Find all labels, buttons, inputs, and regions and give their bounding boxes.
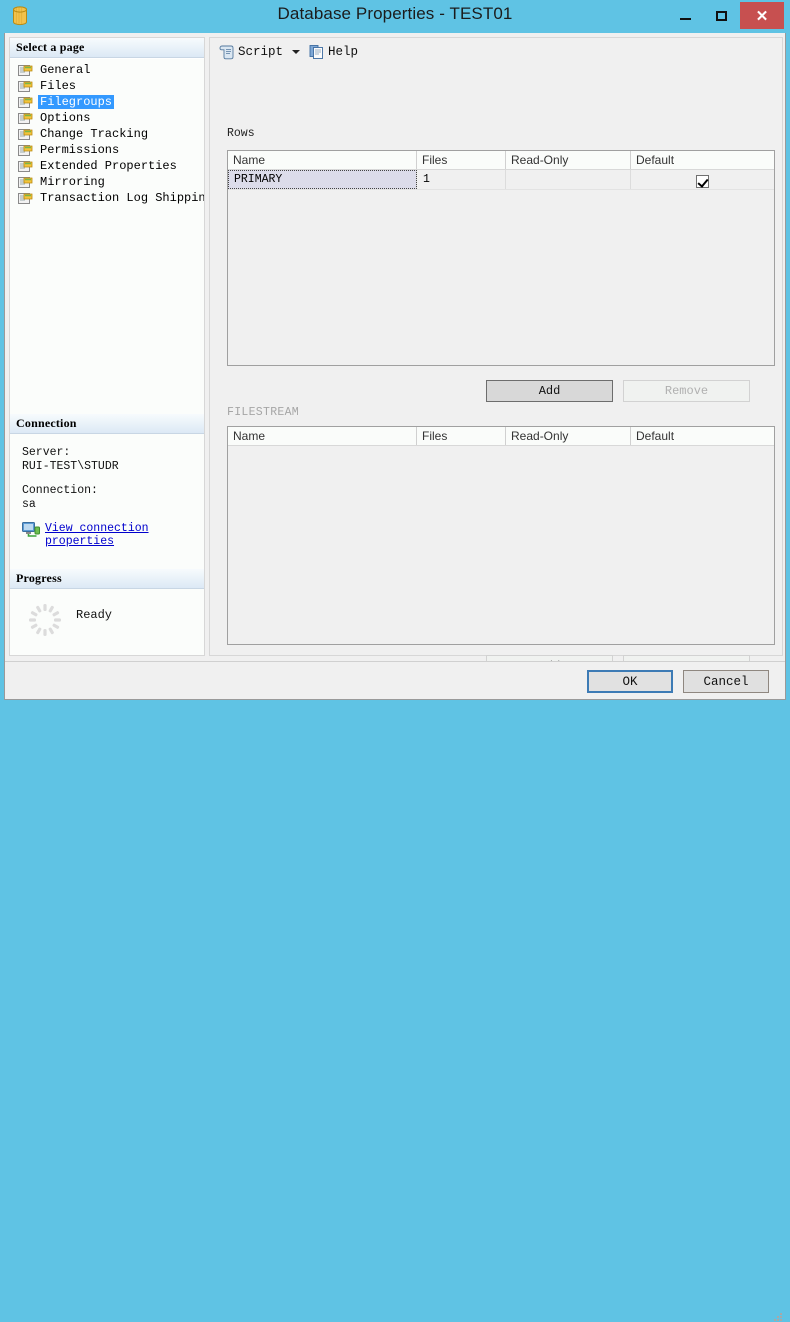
right-panel: Script Help Rows Name Files Read-Only De… <box>209 37 783 677</box>
rows-section-label: Rows <box>227 127 255 140</box>
select-a-page-header: Select a page <box>10 38 204 58</box>
script-scroll-icon <box>219 45 234 60</box>
cancel-label: Cancel <box>703 674 749 689</box>
resize-grip[interactable] <box>771 1310 783 1322</box>
ok-label: OK <box>622 674 638 689</box>
page-icon <box>18 112 33 124</box>
sidebar-item-files[interactable]: Files <box>10 78 204 94</box>
page-icon <box>18 128 33 140</box>
script-dropdown-button[interactable] <box>289 42 303 62</box>
add-filegroup-button[interactable]: Add <box>486 380 613 402</box>
cell-files[interactable]: 1 <box>417 170 506 189</box>
page-icon <box>18 64 33 76</box>
column-header-read-only[interactable]: Read-Only <box>506 427 631 445</box>
connection-value: sa <box>22 498 36 511</box>
sidebar-item-transaction-log-shipping[interactable]: Transaction Log Shipping <box>10 190 204 206</box>
sidebar-item-general[interactable]: General <box>10 62 204 78</box>
sidebar-item-change-tracking[interactable]: Change Tracking <box>10 126 204 142</box>
dialog-toolbar: Script Help <box>210 38 782 66</box>
column-header-name[interactable]: Name <box>228 151 417 169</box>
progress-status: Ready <box>76 608 113 622</box>
sidebar-item-options[interactable]: Options <box>10 110 204 126</box>
page-icon <box>18 144 33 156</box>
help-button[interactable]: Help <box>306 41 361 63</box>
sidebar-item-label: Mirroring <box>40 175 105 189</box>
left-panel: Select a page General Files Filegroups O… <box>9 37 205 656</box>
page-icon <box>18 160 33 172</box>
rows-grid[interactable]: Name Files Read-Only Default PRIMARY 1 <box>227 150 775 366</box>
sidebar-item-label: Files <box>40 79 77 93</box>
page-icon <box>18 96 33 108</box>
close-button[interactable]: ✕ <box>740 2 784 29</box>
server-label: Server: <box>22 446 71 459</box>
sidebar-item-label: Permissions <box>40 143 120 157</box>
progress-header: Progress <box>10 569 204 589</box>
page-icon <box>18 176 33 188</box>
filestream-grid[interactable]: Name Files Read-Only Default <box>227 426 775 645</box>
help-pages-icon <box>309 45 323 59</box>
column-header-name[interactable]: Name <box>228 427 417 445</box>
database-properties-window: Database Properties - TEST01 ✕ Select a … <box>0 0 790 1321</box>
cell-read-only[interactable] <box>506 170 631 189</box>
ok-button[interactable]: OK <box>587 670 673 693</box>
sidebar-item-permissions[interactable]: Permissions <box>10 142 204 158</box>
progress-details: Ready <box>10 589 204 637</box>
maximize-button[interactable] <box>704 2 738 29</box>
progress-panel: Progress Ready <box>10 569 204 655</box>
default-checkbox[interactable] <box>696 174 709 188</box>
sidebar-item-label: Options <box>40 111 91 125</box>
sidebar-item-label: General <box>40 63 91 77</box>
rows-grid-body: PRIMARY 1 <box>228 170 774 190</box>
view-connection-properties-text[interactable]: View connection properties <box>45 522 149 548</box>
progress-spinner-icon <box>29 604 61 636</box>
view-link-line2: properties <box>45 535 115 548</box>
view-connection-properties-link[interactable]: View connection properties <box>22 522 204 548</box>
rows-grid-header: Name Files Read-Only Default <box>228 151 774 170</box>
filestream-section-label: FILESTREAM <box>227 406 300 419</box>
column-header-read-only[interactable]: Read-Only <box>506 151 631 169</box>
remove-filegroup-button[interactable]: Remove <box>623 380 750 402</box>
server-value: RUI-TEST\STUDR <box>22 460 119 473</box>
dialog-footer: OK Cancel <box>5 661 785 1321</box>
view-link-line1: View connection <box>45 522 149 535</box>
connection-header: Connection <box>10 414 204 434</box>
add-filegroup-label: Add <box>538 384 561 398</box>
close-icon: ✕ <box>755 7 769 25</box>
computer-connection-icon <box>22 522 40 537</box>
connection-label: Connection: <box>22 484 98 497</box>
minimize-icon <box>679 17 691 20</box>
column-header-default[interactable]: Default <box>631 151 774 169</box>
title-bar: Database Properties - TEST01 ✕ <box>0 0 790 33</box>
table-row[interactable]: PRIMARY 1 <box>228 170 774 190</box>
help-label: Help <box>328 45 359 59</box>
sidebar-item-label: Transaction Log Shipping <box>40 191 204 205</box>
column-header-files[interactable]: Files <box>417 151 506 169</box>
sidebar-item-label: Change Tracking <box>40 127 149 141</box>
sidebar-item-label: Filegroups <box>38 95 115 109</box>
minimize-button[interactable] <box>668 2 702 29</box>
page-list[interactable]: General Files Filegroups Options Change … <box>10 59 204 414</box>
sidebar-item-extended-properties[interactable]: Extended Properties <box>10 158 204 174</box>
column-header-files[interactable]: Files <box>417 427 506 445</box>
filestream-grid-header: Name Files Read-Only Default <box>228 427 774 446</box>
sidebar-item-filegroups[interactable]: Filegroups <box>10 94 204 110</box>
cell-default[interactable] <box>631 170 774 189</box>
dialog-client-area: Select a page General Files Filegroups O… <box>4 33 786 1321</box>
cell-name[interactable]: PRIMARY <box>228 170 417 189</box>
connection-panel: Connection Server: RUI-TEST\STUDR Connec… <box>10 414 204 569</box>
sidebar-item-mirroring[interactable]: Mirroring <box>10 174 204 190</box>
connection-details: Server: RUI-TEST\STUDR Connection: sa Vi… <box>10 434 204 548</box>
cancel-button[interactable]: Cancel <box>683 670 769 693</box>
page-icon <box>18 192 33 204</box>
chevron-down-icon <box>292 50 301 54</box>
column-header-default[interactable]: Default <box>631 427 774 445</box>
sidebar-item-label: Extended Properties <box>40 159 177 173</box>
script-label: Script <box>238 45 284 59</box>
maximize-icon <box>715 10 727 21</box>
remove-filegroup-label: Remove <box>664 384 709 398</box>
script-button[interactable]: Script <box>216 41 286 63</box>
page-icon <box>18 80 33 92</box>
